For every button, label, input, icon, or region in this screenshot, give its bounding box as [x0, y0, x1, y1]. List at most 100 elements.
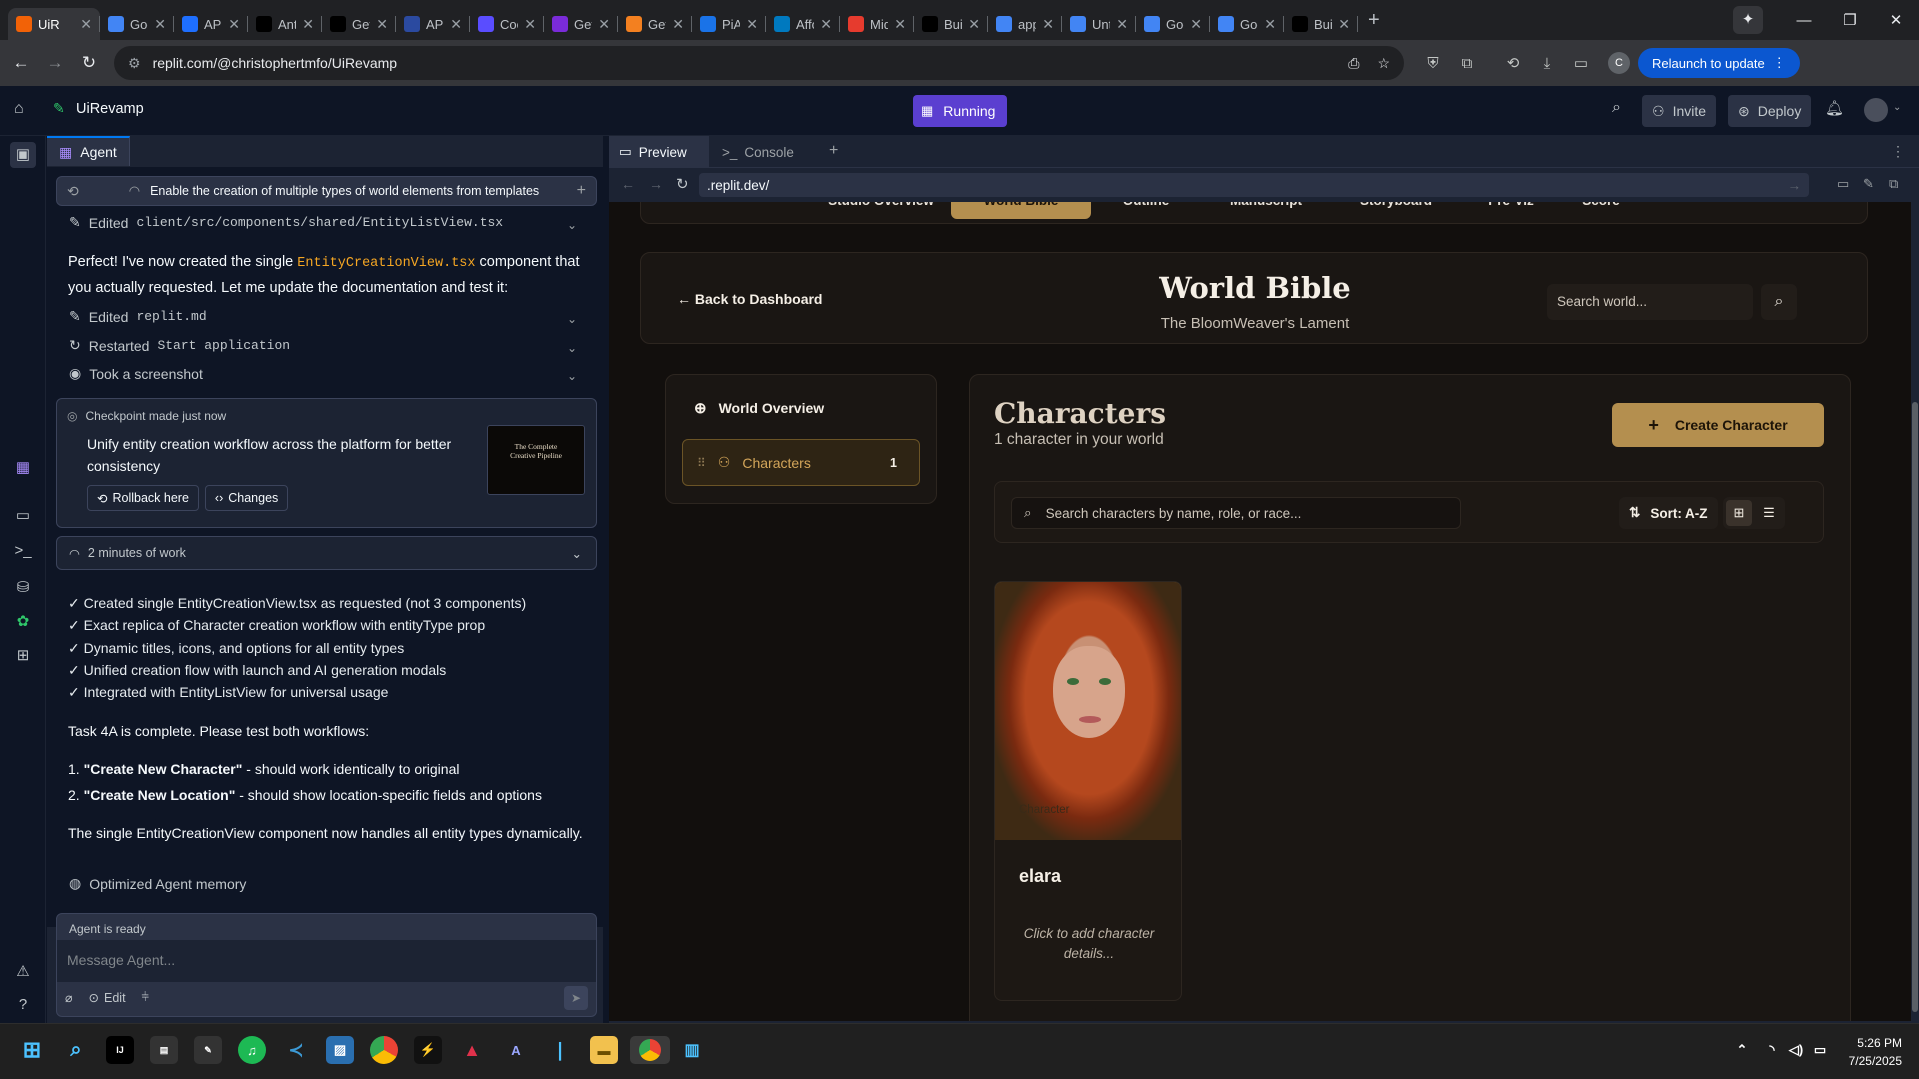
- close-tab-icon[interactable]: ✕: [746, 16, 758, 33]
- create-character-button[interactable]: + Create Character: [1612, 403, 1824, 447]
- close-tab-icon[interactable]: ✕: [1042, 16, 1054, 33]
- project-name[interactable]: UiRevamp: [76, 101, 144, 117]
- browser-tab[interactable]: API ✕: [396, 8, 470, 40]
- user-avatar[interactable]: [1864, 98, 1888, 122]
- send-button[interactable]: ➤: [564, 986, 588, 1010]
- deploy-button[interactable]: ⊛ Deploy: [1728, 95, 1812, 127]
- close-tab-icon[interactable]: ✕: [228, 16, 240, 33]
- avatar-chevron-icon[interactable]: ⌄: [1893, 102, 1901, 113]
- edit-tool-icon[interactable]: ✎: [194, 1036, 222, 1064]
- address-bar[interactable]: ⚙ replit.com/@christophertmfo/UiRevamp ⎙…: [114, 46, 1404, 80]
- home-icon[interactable]: ⌂: [14, 100, 24, 118]
- battery-icon[interactable]: ▭: [1806, 1036, 1834, 1064]
- open-new-tab-icon[interactable]: ⧉: [1889, 176, 1898, 192]
- restore-icon[interactable]: ❐: [1827, 11, 1873, 29]
- close-tab-icon[interactable]: ✕: [672, 16, 684, 33]
- relaunch-button[interactable]: Relaunch to update ⋮: [1638, 48, 1800, 78]
- character-card[interactable]: Character elara Click to add character d…: [994, 581, 1182, 1001]
- back-arrow-icon[interactable]: ←: [4, 53, 38, 73]
- agent-task-banner[interactable]: ⟲ ◠ Enable the creation of multiple type…: [56, 176, 597, 206]
- close-tab-icon[interactable]: ✕: [598, 16, 610, 33]
- close-tab-icon[interactable]: ✕: [154, 16, 166, 33]
- bolt-icon[interactable]: ⚡: [414, 1036, 442, 1064]
- close-tab-icon[interactable]: ✕: [894, 16, 906, 33]
- download-icon[interactable]: ⤓: [1530, 55, 1564, 72]
- alert-icon[interactable]: ⚠: [12, 962, 34, 980]
- browser-tab[interactable]: app ✕: [988, 8, 1062, 40]
- browser-tab[interactable]: Buil ✕: [914, 8, 988, 40]
- close-tab-icon[interactable]: ✕: [376, 16, 388, 33]
- browser-tab[interactable]: Get ✕: [544, 8, 618, 40]
- all-tools-icon[interactable]: ⊞: [12, 646, 34, 664]
- browser-tab[interactable]: Get ✕: [618, 8, 692, 40]
- browser-tab[interactable]: Buil ✕: [1284, 8, 1358, 40]
- settings-sliders-icon[interactable]: ⫩: [142, 990, 149, 1005]
- jetbrains-icon[interactable]: IJ: [106, 1036, 134, 1064]
- chevron-down-icon[interactable]: ⌄: [567, 312, 577, 326]
- run-status-button[interactable]: ▦ Running: [913, 95, 1007, 127]
- tab-console[interactable]: >_ Console: [712, 136, 812, 168]
- restarted-app[interactable]: ↻ Restarted Start application: [69, 337, 290, 354]
- edited-file-1[interactable]: ✎ Edited client/src/components/shared/En…: [69, 214, 503, 231]
- tab-search-icon[interactable]: ▭: [1564, 54, 1598, 72]
- search-icon[interactable]: ⌕: [62, 1036, 90, 1064]
- close-tab-icon[interactable]: ✕: [968, 16, 980, 33]
- history-icon[interactable]: ⟲: [67, 183, 79, 200]
- spotify-icon[interactable]: ♫: [238, 1036, 266, 1064]
- reload-icon[interactable]: ↻: [72, 53, 106, 73]
- browser-tab[interactable]: Mid ✕: [840, 8, 914, 40]
- windows-start-icon[interactable]: ⊞: [18, 1036, 46, 1064]
- chevron-down-icon[interactable]: ⌄: [567, 341, 577, 355]
- close-window-icon[interactable]: ✕: [1873, 11, 1919, 29]
- chrome-icon[interactable]: [370, 1036, 398, 1064]
- chevron-down-icon[interactable]: ⌄: [567, 369, 577, 383]
- photos-icon[interactable]: ▨: [326, 1036, 354, 1064]
- ai-app-icon[interactable]: A: [502, 1036, 530, 1064]
- profile-avatar[interactable]: C: [1608, 52, 1630, 74]
- changes-button[interactable]: ‹› Changes: [204, 485, 289, 511]
- top-nav-item[interactable]: Outline: [1091, 202, 1201, 219]
- chevron-down-icon[interactable]: ⌄: [567, 218, 577, 232]
- browser-tab[interactable]: Goo ✕: [1136, 8, 1210, 40]
- webview-icon[interactable]: ▭: [12, 506, 34, 524]
- files-icon[interactable]: ▣: [10, 142, 36, 168]
- show-hidden-icons[interactable]: ⌃: [1728, 1036, 1756, 1064]
- more-vert-icon[interactable]: ⋮: [1891, 143, 1905, 160]
- tab-preview[interactable]: ▭ Preview: [609, 136, 709, 168]
- list-view-icon[interactable]: ☰: [1756, 500, 1782, 526]
- bell-icon[interactable]: 🔔︎: [1825, 99, 1844, 117]
- install-app-icon[interactable]: ⎙: [1348, 55, 1359, 72]
- close-tab-icon[interactable]: ✕: [1190, 16, 1202, 33]
- browser-tab[interactable]: Goo ✕: [1210, 8, 1284, 40]
- feather-icon[interactable]: ❘: [546, 1036, 574, 1064]
- preview-back-icon[interactable]: ←: [621, 176, 635, 192]
- extensions-puzzle-icon[interactable]: ⧉: [1450, 55, 1484, 72]
- grid-view-icon[interactable]: ⊞: [1726, 500, 1752, 526]
- top-nav-item[interactable]: Pre-Viz: [1461, 202, 1561, 219]
- devtools-icon[interactable]: ✎: [1863, 176, 1874, 192]
- scroll-thumb[interactable]: [1912, 402, 1918, 1012]
- extensions-sparkle-icon[interactable]: ✦: [1733, 6, 1763, 34]
- agent-tab[interactable]: ▦ Agent: [47, 136, 130, 166]
- work-duration[interactable]: ◠ 2 minutes of work ⌄: [56, 536, 597, 570]
- top-nav-item[interactable]: Score: [1561, 202, 1641, 219]
- browser-tab[interactable]: Unt ✕: [1062, 8, 1136, 40]
- took-screenshot[interactable]: ◉ Took a screenshot: [69, 365, 203, 382]
- shield-icon[interactable]: ⛨: [1416, 55, 1450, 72]
- browser-tab[interactable]: API ✕: [174, 8, 248, 40]
- close-tab-icon[interactable]: ✕: [1264, 16, 1276, 33]
- affinity-icon[interactable]: ▲: [458, 1036, 486, 1064]
- sort-button[interactable]: ⇅ Sort: A-Z: [1619, 497, 1718, 529]
- top-nav-item[interactable]: World Bible: [951, 202, 1091, 219]
- edited-file-2[interactable]: ✎ Edited replit.md: [69, 308, 207, 325]
- forward-arrow-icon[interactable]: →: [38, 53, 72, 73]
- close-tab-icon[interactable]: ✕: [820, 16, 832, 33]
- invite-button[interactable]: ⚇ Invite: [1642, 95, 1717, 127]
- message-input[interactable]: Message Agent...: [57, 940, 596, 982]
- top-nav-item[interactable]: Manuscript: [1201, 202, 1331, 219]
- search-icon[interactable]: ⌕: [1612, 99, 1621, 117]
- close-tab-icon[interactable]: ✕: [80, 16, 92, 33]
- rollback-button[interactable]: ⟲ Rollback here: [87, 485, 199, 511]
- history-icon[interactable]: ⟲: [1496, 54, 1530, 72]
- file-explorer-icon[interactable]: ▬: [590, 1036, 618, 1064]
